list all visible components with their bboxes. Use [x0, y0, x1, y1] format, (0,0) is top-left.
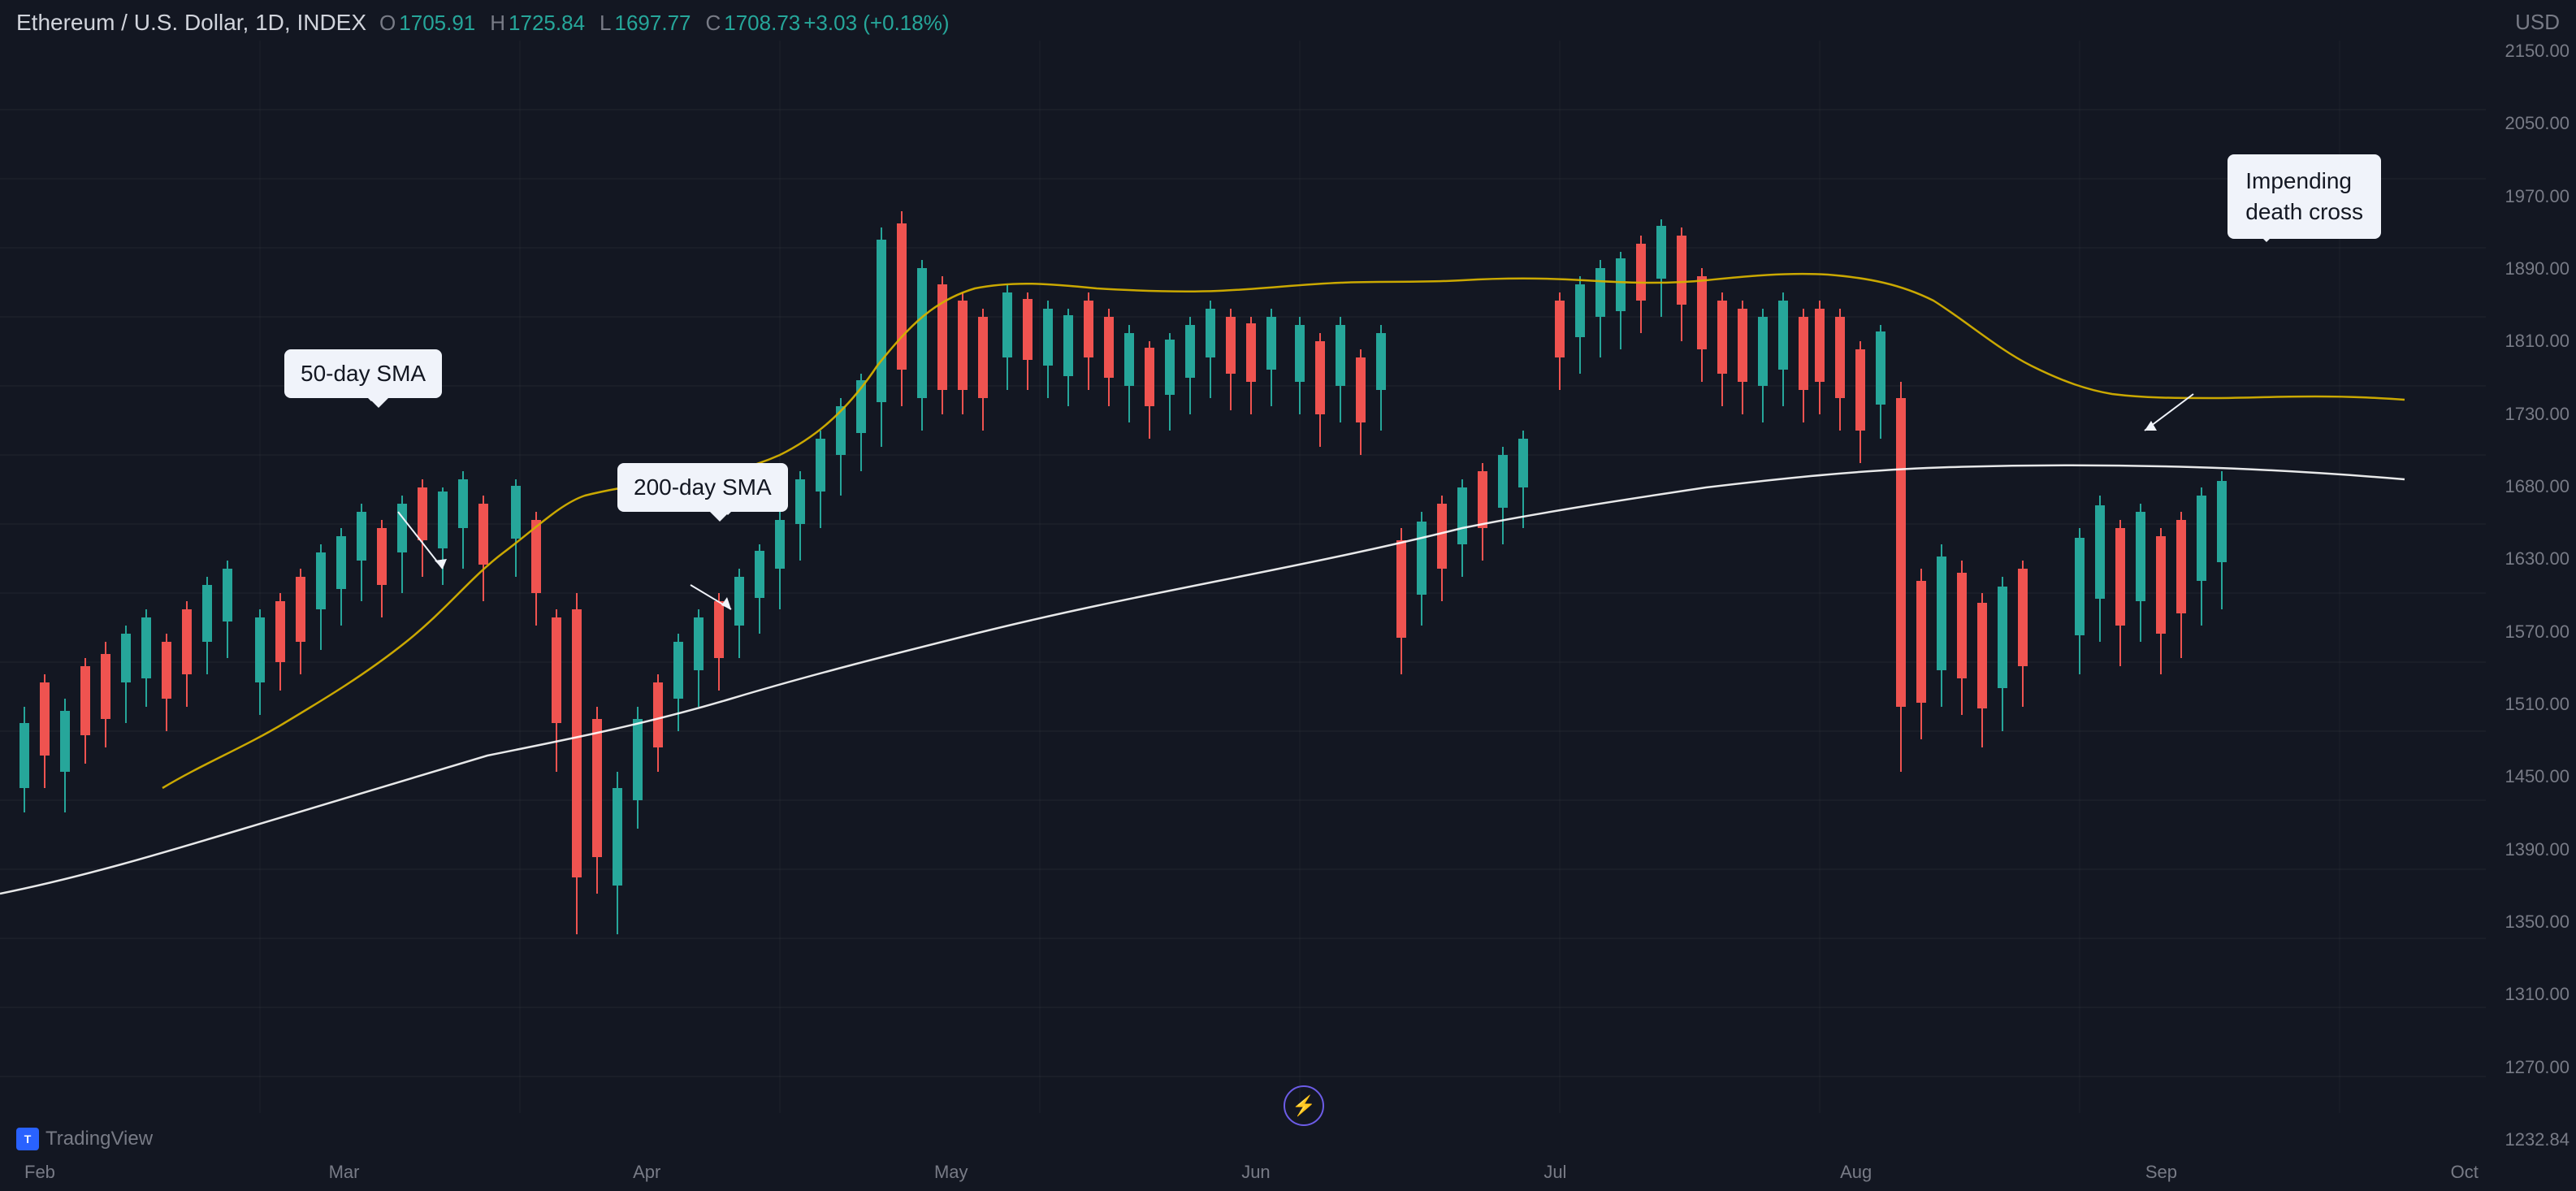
price-1350: 1350.00 [2493, 912, 2570, 933]
lightning-badge[interactable]: ⚡ [1284, 1085, 1324, 1126]
open-value: O 1705.91 [379, 11, 475, 36]
chart-container: Ethereum / U.S. Dollar, 1D, INDEX O 1705… [0, 0, 2576, 1191]
price-1630: 1630.00 [2493, 548, 2570, 570]
x-label-jun: Jun [1241, 1162, 1270, 1183]
price-1510: 1510.00 [2493, 694, 2570, 715]
price-1310: 1310.00 [2493, 984, 2570, 1005]
x-label-oct: Oct [2451, 1162, 2479, 1183]
sma50-annotation: 50-day SMA [284, 349, 442, 398]
x-label-may: May [934, 1162, 968, 1183]
price-1570: 1570.00 [2493, 621, 2570, 643]
x-label-mar: Mar [329, 1162, 360, 1183]
x-label-aug: Aug [1840, 1162, 1872, 1183]
price-1890: 1890.00 [2493, 258, 2570, 279]
low-value: L 1697.77 [600, 11, 691, 36]
price-2050: 2050.00 [2493, 113, 2570, 134]
chart-title: Ethereum / U.S. Dollar, 1D, INDEX [16, 10, 366, 36]
x-label-feb: Feb [24, 1162, 55, 1183]
price-1810: 1810.00 [2493, 331, 2570, 352]
sma200-annotation: 200-day SMA [617, 463, 788, 512]
close-value: C 1708.73 +3.03 (+0.18%) [705, 11, 949, 36]
x-label-jul: Jul [1543, 1162, 1566, 1183]
price-1270: 1270.00 [2493, 1057, 2570, 1078]
price-chart [0, 41, 2486, 1150]
price-1390: 1390.00 [2493, 839, 2570, 860]
price-1970: 1970.00 [2493, 186, 2570, 207]
price-2150: 2150.00 [2493, 41, 2570, 62]
price-1730: 1730.00 [2493, 404, 2570, 425]
tradingview-logo: T TradingView [16, 1128, 153, 1150]
price-1450: 1450.00 [2493, 766, 2570, 787]
ohlc-data: O 1705.91 H 1725.84 L 1697.77 C 1708.73 … [379, 11, 949, 36]
price-axis: 2150.00 2050.00 1970.00 1890.00 1810.00 … [2487, 41, 2576, 1150]
price-1680: 1680.00 [2493, 476, 2570, 497]
x-label-sep: Sep [2145, 1162, 2177, 1183]
currency-label: USD [2515, 10, 2560, 35]
high-value: H 1725.84 [490, 11, 585, 36]
chart-header: Ethereum / U.S. Dollar, 1D, INDEX O 1705… [16, 10, 949, 36]
price-1232: 1232.84 [2493, 1129, 2570, 1150]
death-cross-annotation: Impendingdeath cross [2227, 154, 2381, 239]
x-label-apr: Apr [633, 1162, 660, 1183]
x-axis: Feb Mar Apr May Jun Jul Aug Sep Oct [24, 1162, 2479, 1183]
